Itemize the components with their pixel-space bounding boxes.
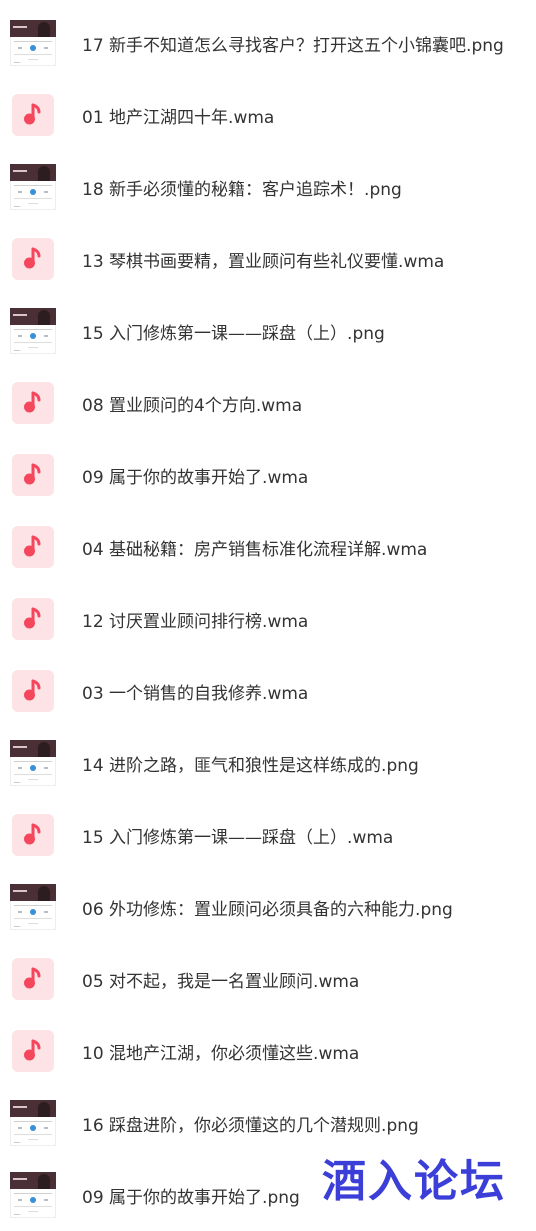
image-thumbnail-preview bbox=[10, 740, 56, 786]
image-thumbnail bbox=[10, 884, 56, 930]
file-item[interactable]: 15 入门修炼第一课——踩盘（上）.png bbox=[0, 295, 536, 367]
image-thumbnail bbox=[10, 1100, 56, 1146]
file-name: 01 地产江湖四十年.wma bbox=[82, 107, 275, 128]
image-thumbnail-preview bbox=[10, 164, 56, 210]
watermark-logo: 酒入论坛 bbox=[322, 1156, 506, 1207]
file-item[interactable]: 12 讨厌置业顾问排行榜.wma bbox=[0, 583, 536, 655]
image-thumbnail bbox=[10, 20, 56, 66]
audio-file-icon bbox=[10, 596, 56, 642]
image-thumbnail-preview bbox=[10, 1100, 56, 1146]
music-note-icon bbox=[12, 94, 54, 136]
file-item[interactable]: 06 外功修炼：置业顾问必须具备的六种能力.png bbox=[0, 871, 536, 943]
file-name: 14 进阶之路，匪气和狼性是这样练成的.png bbox=[82, 755, 419, 776]
file-item[interactable]: 03 一个销售的自我修养.wma bbox=[0, 655, 536, 727]
file-name: 12 讨厌置业顾问排行榜.wma bbox=[82, 611, 309, 632]
audio-file-icon bbox=[10, 452, 56, 498]
image-thumbnail-preview bbox=[10, 20, 56, 66]
music-note-icon bbox=[12, 238, 54, 280]
file-item[interactable]: 09 属于你的故事开始了.wma bbox=[0, 439, 536, 511]
audio-file-icon bbox=[10, 812, 56, 858]
image-thumbnail-preview bbox=[10, 1172, 56, 1218]
file-name: 15 入门修炼第一课——踩盘（上）.wma bbox=[82, 827, 394, 848]
file-name: 13 琴棋书画要精，置业顾问有些礼仪要懂.wma bbox=[82, 251, 445, 272]
file-list: 17 新手不知道怎么寻找客户？打开这五个小锦囊吧.png 01 地产江湖四十年.w… bbox=[0, 7, 536, 1231]
image-thumbnail bbox=[10, 1172, 56, 1218]
music-note-icon bbox=[12, 958, 54, 1000]
file-name: 05 对不起，我是一名置业顾问.wma bbox=[82, 971, 360, 992]
file-item[interactable]: 10 混地产江湖，你必须懂这些.wma bbox=[0, 1015, 536, 1087]
file-name: 03 一个销售的自我修养.wma bbox=[82, 683, 309, 704]
music-note-icon bbox=[12, 526, 54, 568]
file-item[interactable]: 18 新手必须懂的秘籍：客户追踪术！.png bbox=[0, 151, 536, 223]
file-name: 17 新手不知道怎么寻找客户？打开这五个小锦囊吧.png bbox=[82, 35, 504, 56]
music-note-icon bbox=[12, 814, 54, 856]
image-thumbnail bbox=[10, 308, 56, 354]
file-item[interactable]: 14 进阶之路，匪气和狼性是这样练成的.png bbox=[0, 727, 536, 799]
file-name: 16 踩盘进阶，你必须懂这的几个潜规则.png bbox=[82, 1115, 419, 1136]
file-name: 10 混地产江湖，你必须懂这些.wma bbox=[82, 1043, 360, 1064]
file-name: 09 属于你的故事开始了.wma bbox=[82, 467, 309, 488]
file-item[interactable]: 17 新手不知道怎么寻找客户？打开这五个小锦囊吧.png bbox=[0, 7, 536, 79]
file-item[interactable]: 15 入门修炼第一课——踩盘（上）.wma bbox=[0, 799, 536, 871]
image-thumbnail-preview bbox=[10, 884, 56, 930]
file-item[interactable]: 16 踩盘进阶，你必须懂这的几个潜规则.png bbox=[0, 1087, 536, 1159]
file-name: 18 新手必须懂的秘籍：客户追踪术！.png bbox=[82, 179, 402, 200]
music-note-icon bbox=[12, 1030, 54, 1072]
music-note-icon bbox=[12, 382, 54, 424]
music-note-icon bbox=[12, 670, 54, 712]
file-item[interactable]: 01 地产江湖四十年.wma bbox=[0, 79, 536, 151]
file-name: 09 属于你的故事开始了.png bbox=[82, 1187, 300, 1208]
music-note-icon bbox=[12, 598, 54, 640]
audio-file-icon bbox=[10, 956, 56, 1002]
file-name: 08 置业顾问的4个方向.wma bbox=[82, 395, 303, 416]
music-note-icon bbox=[12, 454, 54, 496]
audio-file-icon bbox=[10, 236, 56, 282]
image-thumbnail-preview bbox=[10, 308, 56, 354]
file-item[interactable]: 13 琴棋书画要精，置业顾问有些礼仪要懂.wma bbox=[0, 223, 536, 295]
file-item[interactable]: 05 对不起，我是一名置业顾问.wma bbox=[0, 943, 536, 1015]
audio-file-icon bbox=[10, 380, 56, 426]
audio-file-icon bbox=[10, 92, 56, 138]
file-item[interactable]: 08 置业顾问的4个方向.wma bbox=[0, 367, 536, 439]
file-item[interactable]: 04 基础秘籍：房产销售标准化流程详解.wma bbox=[0, 511, 536, 583]
image-thumbnail bbox=[10, 740, 56, 786]
file-name: 04 基础秘籍：房产销售标准化流程详解.wma bbox=[82, 539, 428, 560]
audio-file-icon bbox=[10, 524, 56, 570]
audio-file-icon bbox=[10, 1028, 56, 1074]
file-name: 15 入门修炼第一课——踩盘（上）.png bbox=[82, 323, 385, 344]
image-thumbnail bbox=[10, 164, 56, 210]
file-name: 06 外功修炼：置业顾问必须具备的六种能力.png bbox=[82, 899, 453, 920]
audio-file-icon bbox=[10, 668, 56, 714]
